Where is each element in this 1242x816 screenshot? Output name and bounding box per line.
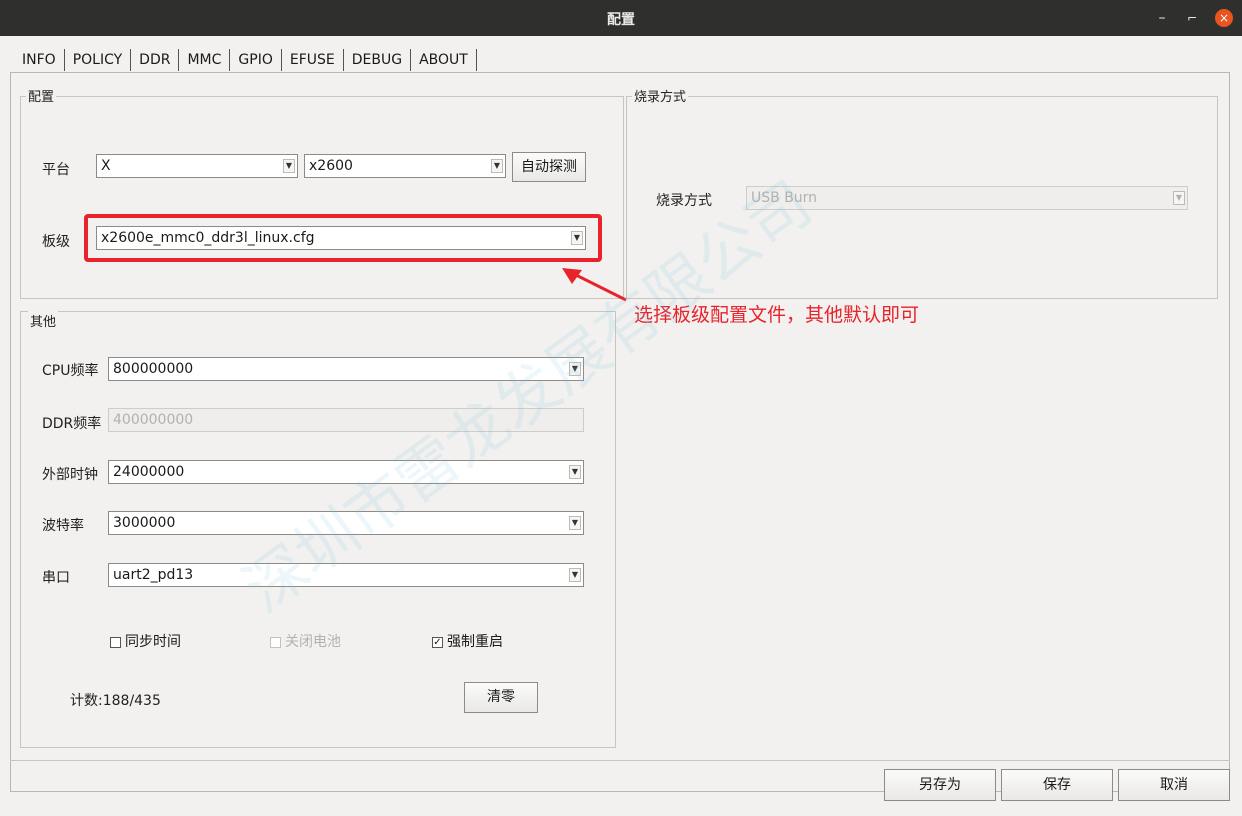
platform-value: X [101, 158, 111, 174]
highlight-box [84, 214, 602, 262]
tab-debug[interactable]: DEBUG [344, 49, 412, 71]
board-label: 板级 [42, 234, 70, 250]
config-group [20, 96, 624, 299]
burn-mode-label: 烧录方式 [656, 193, 712, 209]
tab-ddr[interactable]: DDR [131, 49, 180, 71]
minimize-button[interactable]: – [1150, 6, 1174, 30]
chevron-down-icon: ▼ [1173, 191, 1185, 205]
window-body: INFO POLICY DDR MMC GPIO EFUSE DEBUG ABO… [0, 36, 1242, 816]
clear-button[interactable]: 清零 [464, 682, 538, 713]
ddr-freq-value: 400000000 [113, 412, 194, 428]
serial-select[interactable]: uart2_pd13 ▼ [108, 563, 584, 587]
platform-select[interactable]: X ▼ [96, 154, 298, 178]
tab-about[interactable]: ABOUT [411, 49, 477, 71]
tab-gpio[interactable]: GPIO [230, 49, 282, 71]
cpu-freq-value: 800000000 [113, 361, 194, 377]
chevron-down-icon: ▼ [569, 362, 581, 376]
serial-label: 串口 [42, 570, 70, 586]
power-off-checkbox[interactable]: 关闭电池 [270, 631, 341, 651]
sync-time-label: 同步时间 [125, 634, 181, 650]
sync-time-checkbox[interactable]: 同步时间 [110, 631, 181, 651]
other-group-title: 其他 [28, 311, 59, 330]
power-off-label: 关闭电池 [285, 634, 341, 650]
window-titlebar: 配置 – ⌐ × [0, 0, 1242, 36]
chevron-down-icon: ▼ [569, 568, 581, 582]
tab-bar: INFO POLICY DDR MMC GPIO EFUSE DEBUG ABO… [14, 48, 477, 72]
chip-select[interactable]: x2600 ▼ [304, 154, 506, 178]
tab-efuse[interactable]: EFUSE [282, 49, 344, 71]
force-erase-checkbox[interactable]: ✓ 强制重启 [432, 631, 503, 651]
save-button[interactable]: 保存 [1001, 769, 1113, 801]
footer-divider [10, 760, 1230, 761]
checkbox-unchecked-icon [110, 636, 121, 648]
cpu-freq-select[interactable]: 800000000 ▼ [108, 357, 584, 381]
chip-value: x2600 [309, 158, 353, 174]
cancel-button[interactable]: 取消 [1118, 769, 1230, 801]
close-button[interactable]: × [1212, 6, 1236, 30]
ddr-freq-label: DDR频率 [42, 416, 102, 432]
chevron-down-icon: ▼ [491, 159, 503, 173]
config-group-title: 配置 [26, 86, 57, 105]
cpu-freq-label: CPU频率 [42, 363, 99, 379]
ext-clock-label: 外部时钟 [42, 467, 98, 483]
window-title: 配置 [607, 12, 635, 28]
tab-mmc[interactable]: MMC [179, 49, 231, 71]
baud-value: 3000000 [113, 515, 176, 531]
serial-value: uart2_pd13 [113, 567, 194, 583]
burn-mode-value: USB Burn [751, 190, 818, 206]
count-text: 计数:188/435 [70, 693, 161, 709]
annotation-arrow-icon [562, 268, 627, 302]
platform-label: 平台 [42, 162, 70, 178]
auto-detect-button[interactable]: 自动探测 [512, 152, 586, 182]
ddr-freq-input[interactable]: 400000000 [108, 408, 584, 432]
save-as-button[interactable]: 另存为 [884, 769, 996, 801]
burn-mode-select[interactable]: USB Burn ▼ [746, 186, 1188, 210]
checkbox-unchecked-icon [270, 636, 281, 648]
annotation-text: 选择板级配置文件，其他默认即可 [634, 304, 920, 326]
maximize-button[interactable]: ⌐ [1180, 6, 1204, 30]
close-icon: × [1215, 9, 1233, 27]
chevron-down-icon: ▼ [569, 465, 581, 479]
tab-info[interactable]: INFO [14, 49, 65, 71]
tab-policy[interactable]: POLICY [65, 49, 132, 71]
burn-mode-group-title: 烧录方式 [632, 86, 689, 105]
baud-label: 波特率 [42, 518, 84, 534]
chevron-down-icon: ▼ [569, 516, 581, 530]
force-erase-label: 强制重启 [447, 634, 503, 650]
baud-select[interactable]: 3000000 ▼ [108, 511, 584, 535]
chevron-down-icon: ▼ [283, 159, 295, 173]
ext-clock-select[interactable]: 24000000 ▼ [108, 460, 584, 484]
ext-clock-value: 24000000 [113, 464, 185, 480]
checkbox-checked-icon: ✓ [432, 636, 443, 648]
